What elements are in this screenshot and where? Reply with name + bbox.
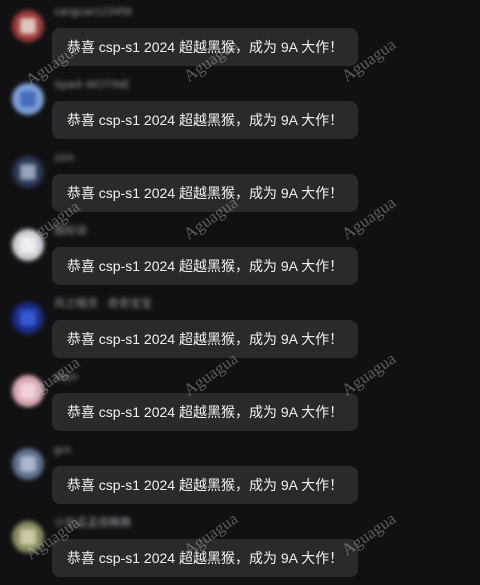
message-bubble[interactable]: 恭喜 csp-s1 2024 超越黑猴，成为 9A 大作！ xyxy=(52,539,358,577)
avatar[interactable] xyxy=(12,521,44,553)
chat-message: gcx 恭喜 csp-s1 2024 超越黑猴，成为 9A 大作！ xyxy=(0,438,480,511)
avatar[interactable] xyxy=(12,302,44,334)
username[interactable]: zzm xyxy=(54,152,74,164)
avatar[interactable] xyxy=(12,10,44,42)
message-bubble[interactable]: 恭喜 csp-s1 2024 超越黑猴，成为 9A 大作！ xyxy=(52,247,358,285)
chat-message-list: cangcan123456 恭喜 csp-s1 2024 超越黑猴，成为 9A … xyxy=(0,0,480,585)
chat-message: Spark WOTINE 恭喜 csp-s1 2024 超越黑猴，成为 9A 大… xyxy=(0,73,480,146)
username[interactable]: 风之精灵 · 奇奇宝宝 xyxy=(54,298,152,310)
chat-message: cangcan123456 恭喜 csp-s1 2024 超越黑猴，成为 9A … xyxy=(0,0,480,73)
username[interactable]: sbyo xyxy=(54,371,77,383)
message-bubble[interactable]: 恭喜 csp-s1 2024 超越黑猴，成为 9A 大作！ xyxy=(52,174,358,212)
message-bubble[interactable]: 恭喜 csp-s1 2024 超越黑猴，成为 9A 大作！ xyxy=(52,101,358,139)
avatar[interactable] xyxy=(12,375,44,407)
message-bubble[interactable]: 恭喜 csp-s1 2024 超越黑猴，成为 9A 大作！ xyxy=(52,28,358,66)
message-bubble[interactable]: 恭喜 csp-s1 2024 超越黑猴，成为 9A 大作！ xyxy=(52,466,358,504)
avatar-image xyxy=(20,164,36,180)
avatar-image xyxy=(20,237,36,253)
avatar-image xyxy=(20,310,36,326)
username[interactable]: 图标说 xyxy=(54,225,87,237)
avatar[interactable] xyxy=(12,83,44,115)
avatar-image xyxy=(20,91,36,107)
avatar[interactable] xyxy=(12,448,44,480)
avatar[interactable] xyxy=(12,156,44,188)
username[interactable]: 小张孟孟很瞧瞧 xyxy=(54,517,131,529)
chat-message: 图标说 恭喜 csp-s1 2024 超越黑猴，成为 9A 大作！ xyxy=(0,219,480,292)
avatar-image xyxy=(20,529,36,545)
message-bubble[interactable]: 恭喜 csp-s1 2024 超越黑猴，成为 9A 大作！ xyxy=(52,320,358,358)
chat-message: zzm 恭喜 csp-s1 2024 超越黑猴，成为 9A 大作！ xyxy=(0,146,480,219)
avatar-image xyxy=(20,18,36,34)
chat-message: sbyo 恭喜 csp-s1 2024 超越黑猴，成为 9A 大作！ xyxy=(0,365,480,438)
username[interactable]: Spark WOTINE xyxy=(54,79,130,91)
username[interactable]: gcx xyxy=(54,444,71,456)
avatar[interactable] xyxy=(12,229,44,261)
avatar-image xyxy=(20,383,36,399)
avatar-image xyxy=(20,456,36,472)
message-bubble[interactable]: 恭喜 csp-s1 2024 超越黑猴，成为 9A 大作！ xyxy=(52,393,358,431)
chat-message: 风之精灵 · 奇奇宝宝 恭喜 csp-s1 2024 超越黑猴，成为 9A 大作… xyxy=(0,292,480,365)
username[interactable]: cangcan123456 xyxy=(54,6,132,18)
chat-message: 小张孟孟很瞧瞧 恭喜 csp-s1 2024 超越黑猴，成为 9A 大作！ xyxy=(0,511,480,584)
